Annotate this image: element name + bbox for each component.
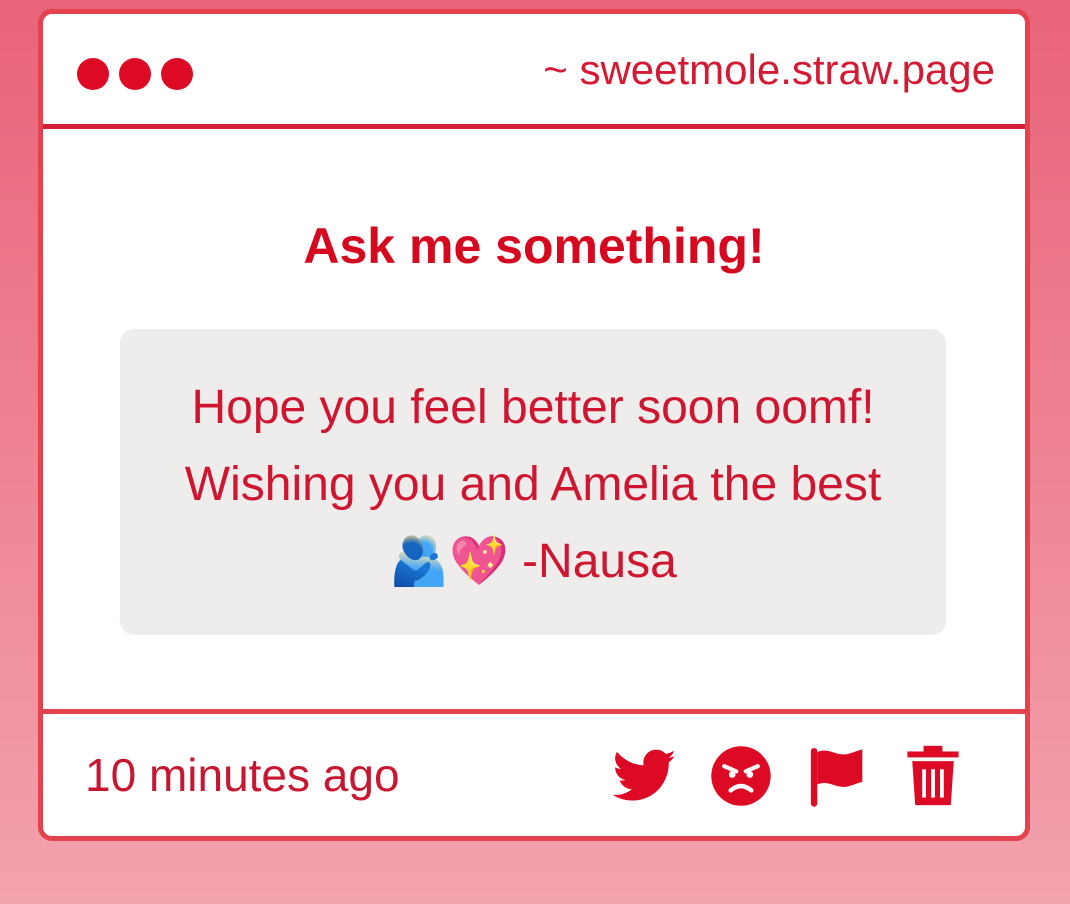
report-button[interactable]: [805, 744, 869, 808]
page-url: ~ sweetmole.straw.page: [543, 46, 995, 93]
window-dot-3[interactable]: [161, 58, 193, 90]
window-dot-1[interactable]: [77, 58, 109, 90]
angry-face-icon: [711, 746, 771, 806]
window-dot-2[interactable]: [119, 58, 151, 90]
twitter-share-button[interactable]: [613, 744, 677, 808]
angry-react-button[interactable]: [709, 744, 773, 808]
flag-icon: [810, 748, 863, 807]
message-box: Hope you feel better soon oomf! Wishing …: [120, 329, 946, 635]
message-text: Hope you feel better soon oomf! Wishing …: [184, 381, 882, 588]
card-footer: 10 minutes ago: [43, 709, 1025, 836]
twitter-icon: [613, 749, 676, 801]
question-card: Ask me something! Hope you feel better s…: [43, 129, 1025, 709]
action-bar: [613, 744, 965, 808]
trash-icon: [907, 745, 959, 806]
browser-window: ~ sweetmole.straw.page Ask me something!…: [38, 9, 1030, 841]
window-controls: [77, 58, 193, 90]
page-title: Ask me something!: [303, 218, 765, 274]
timestamp: 10 minutes ago: [85, 749, 400, 801]
delete-button[interactable]: [901, 744, 965, 808]
title-bar: ~ sweetmole.straw.page: [43, 14, 1025, 129]
